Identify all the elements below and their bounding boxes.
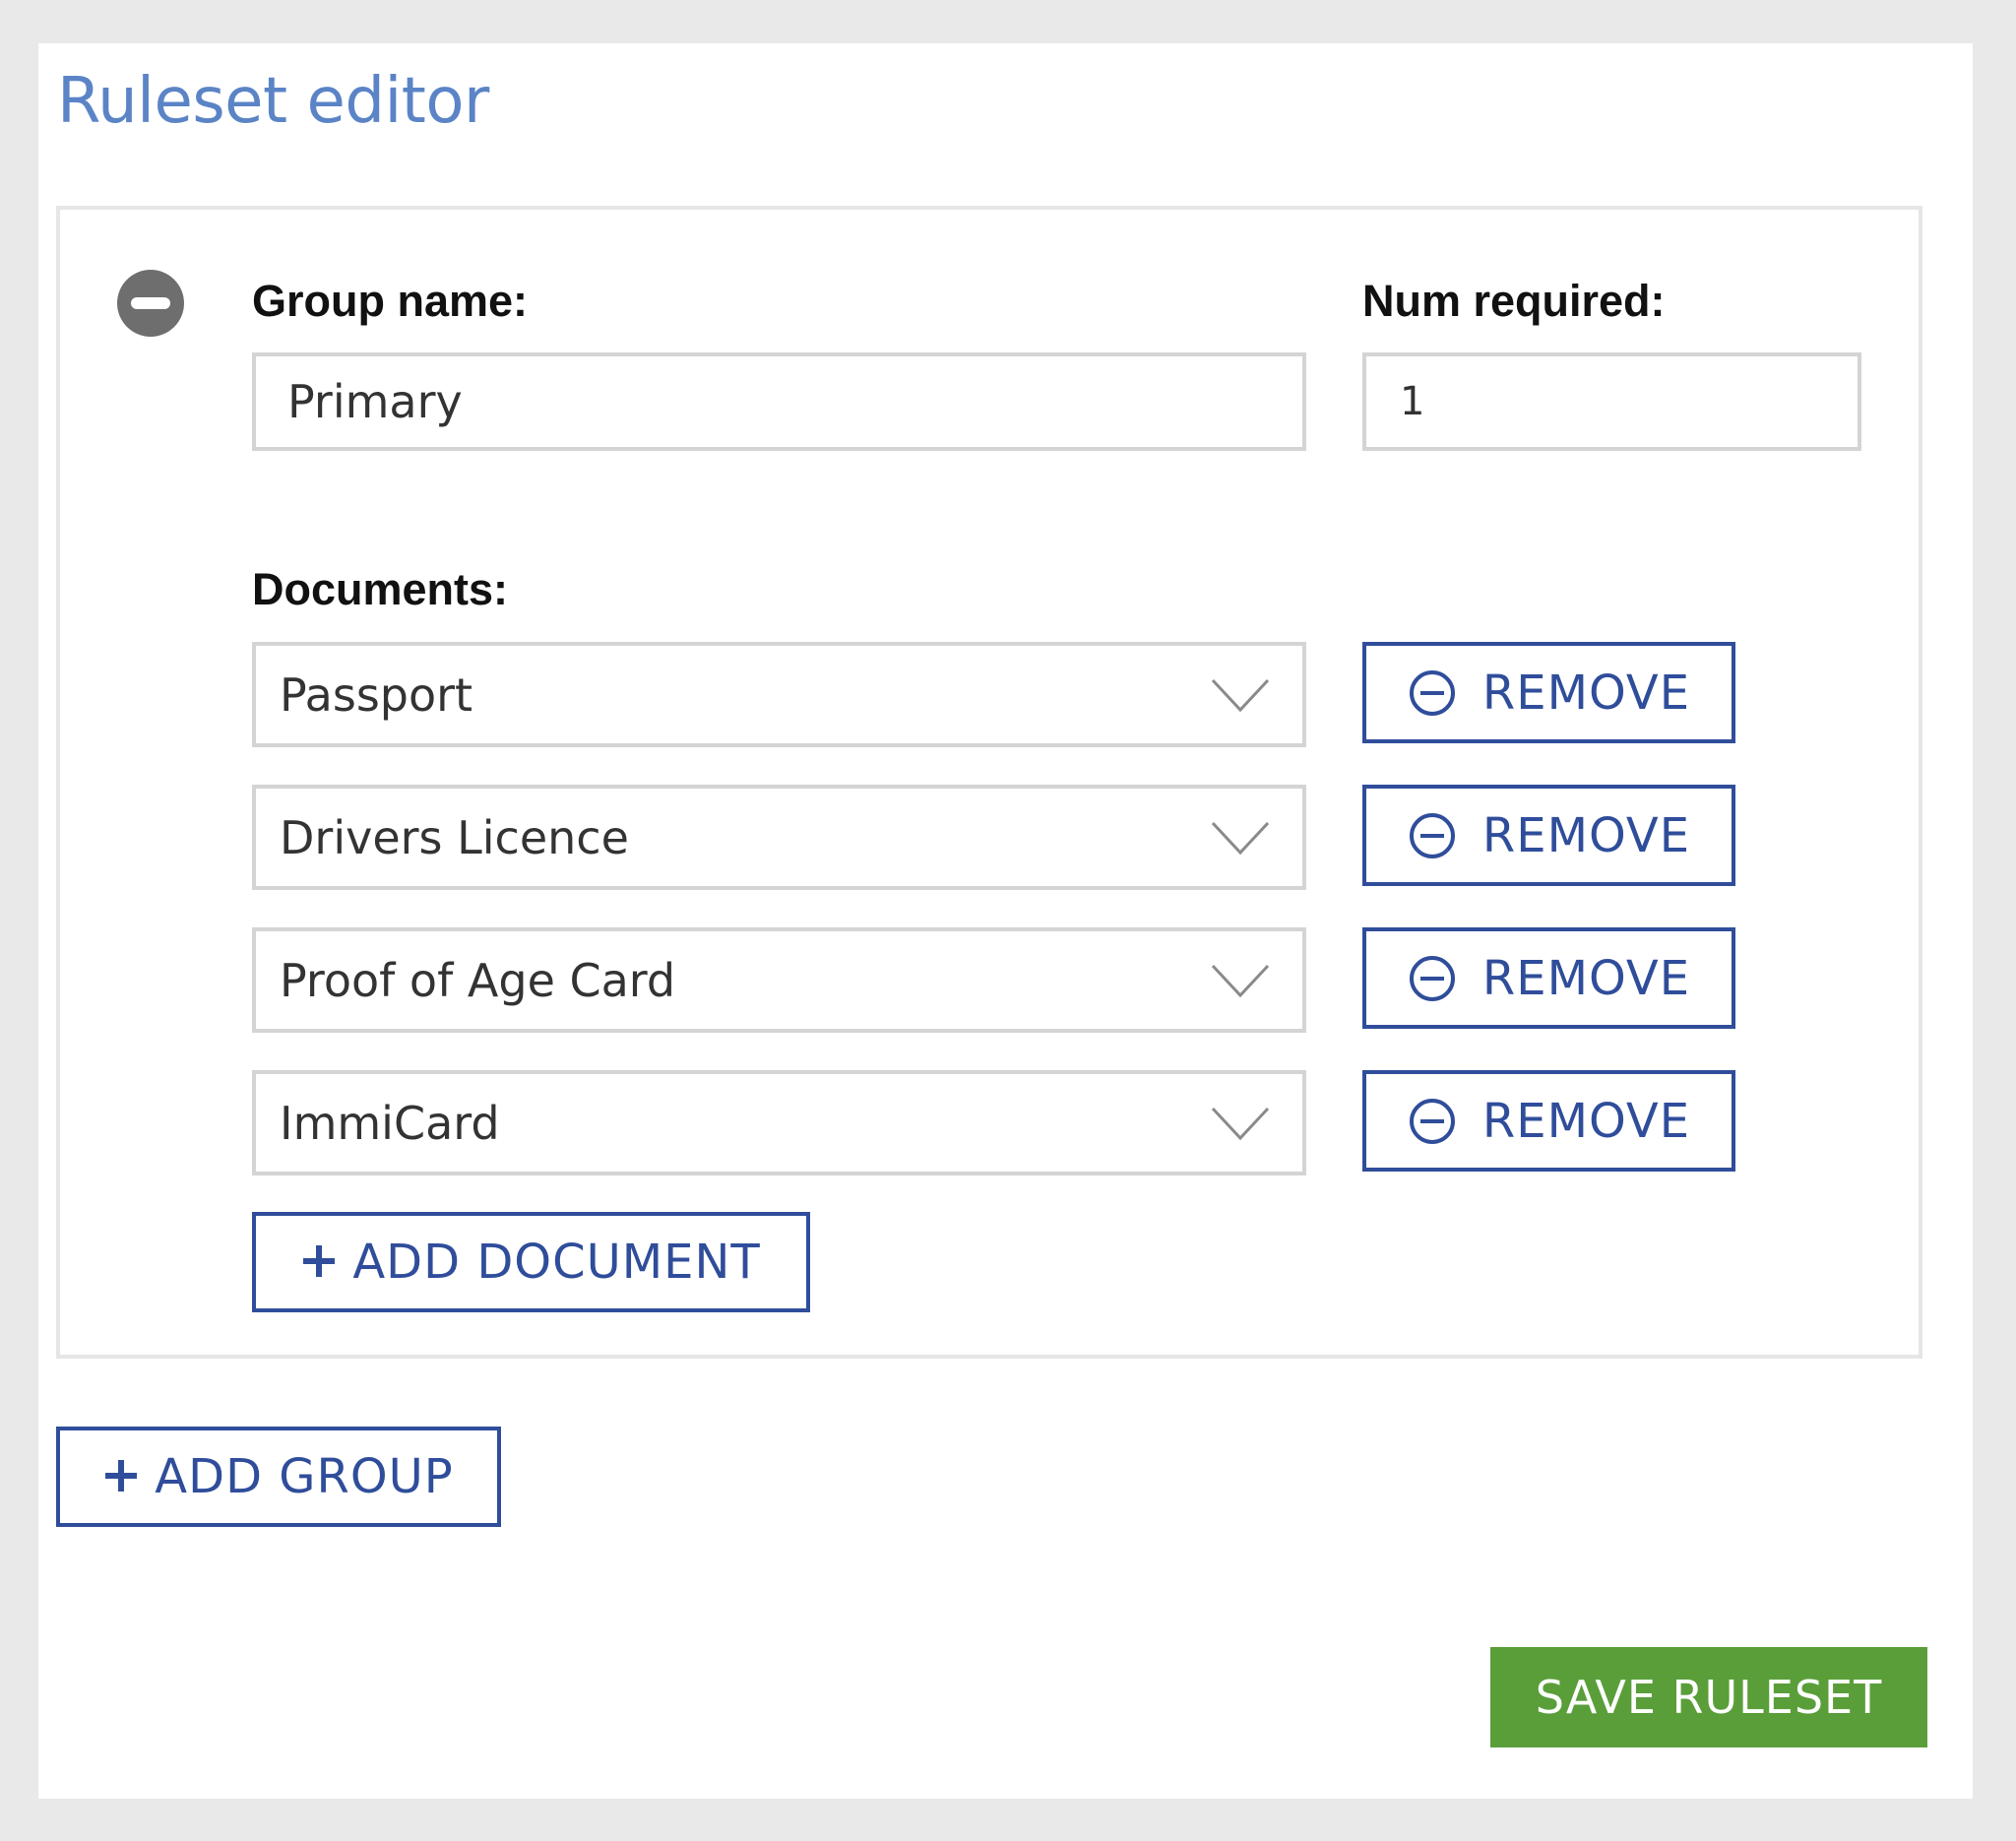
plus-icon bbox=[103, 1451, 139, 1502]
page-title: Ruleset editor bbox=[57, 65, 489, 138]
document-select-value: Proof of Age Card bbox=[280, 953, 676, 1007]
remove-button-label: REMOVE bbox=[1481, 807, 1691, 863]
minus-circle-icon bbox=[1408, 811, 1457, 860]
num-required-label: Num required: bbox=[1362, 276, 1666, 326]
minus-circle-icon bbox=[1408, 1097, 1457, 1146]
add-document-label: ADD DOCUMENT bbox=[352, 1235, 761, 1290]
minus-circle-icon bbox=[1408, 668, 1457, 718]
document-select[interactable]: Proof of Age Card bbox=[252, 927, 1306, 1033]
minus-circle-icon bbox=[1408, 954, 1457, 1003]
remove-document-button[interactable]: REMOVE bbox=[1362, 1070, 1735, 1172]
num-required-input[interactable]: 1 bbox=[1362, 352, 1861, 451]
document-select-value: Passport bbox=[280, 667, 473, 722]
remove-button-label: REMOVE bbox=[1481, 665, 1691, 721]
group-name-label: Group name: bbox=[252, 276, 529, 326]
remove-document-button[interactable]: REMOVE bbox=[1362, 642, 1735, 743]
document-select[interactable]: Passport bbox=[252, 642, 1306, 747]
save-ruleset-button[interactable]: SAVE RULESET bbox=[1490, 1647, 1927, 1747]
add-group-label: ADD GROUP bbox=[155, 1449, 454, 1504]
plus-icon bbox=[301, 1237, 337, 1288]
add-group-button[interactable]: ADD GROUP bbox=[56, 1427, 501, 1527]
chevron-down-icon bbox=[1211, 1107, 1270, 1141]
remove-document-button[interactable]: REMOVE bbox=[1362, 927, 1735, 1029]
documents-label: Documents: bbox=[252, 564, 509, 614]
remove-button-label: REMOVE bbox=[1481, 1093, 1691, 1149]
group-name-input[interactable]: Primary bbox=[252, 352, 1306, 451]
document-select-value: Drivers Licence bbox=[280, 810, 629, 864]
document-select[interactable]: Drivers Licence bbox=[252, 785, 1306, 890]
remove-button-label: REMOVE bbox=[1481, 950, 1691, 1006]
document-select[interactable]: ImmiCard bbox=[252, 1070, 1306, 1175]
document-select-value: ImmiCard bbox=[280, 1096, 500, 1150]
chevron-down-icon bbox=[1211, 964, 1270, 998]
chevron-down-icon bbox=[1211, 821, 1270, 856]
add-document-button[interactable]: ADD DOCUMENT bbox=[252, 1212, 810, 1312]
remove-group-icon[interactable] bbox=[116, 269, 185, 338]
remove-document-button[interactable]: REMOVE bbox=[1362, 785, 1735, 886]
chevron-down-icon bbox=[1211, 678, 1270, 713]
